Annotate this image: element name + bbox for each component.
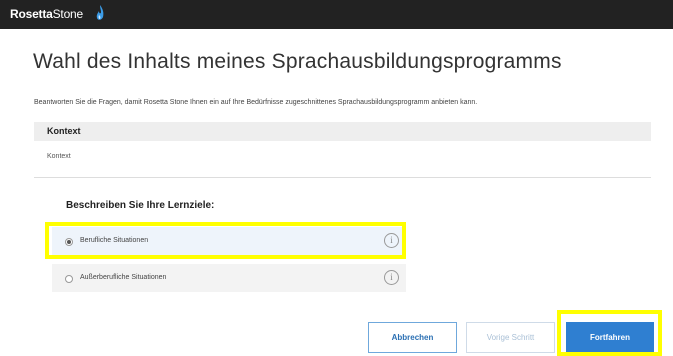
- section-divider: [34, 177, 651, 178]
- rosetta-stone-logo[interactable]: RosettaStone: [10, 6, 83, 22]
- learning-goals-heading: Beschreiben Sie Ihre Lernziele:: [66, 200, 215, 211]
- intro-text: Beantworten Sie die Fragen, damit Rosett…: [34, 99, 478, 106]
- context-heading: Kontext: [47, 126, 81, 136]
- flame-icon: [96, 5, 104, 20]
- previous-step-button[interactable]: Vorige Schritt: [466, 322, 555, 353]
- radio-button[interactable]: [65, 275, 73, 283]
- context-section-header: Kontext: [34, 122, 651, 141]
- logo-text-bold: Rosetta: [10, 7, 53, 21]
- logo-text-thin: Stone: [52, 7, 84, 21]
- highlight-box-continue: [557, 310, 662, 356]
- context-value: Kontext: [47, 153, 71, 160]
- info-icon[interactable]: i: [384, 270, 399, 285]
- goal-option-non-professional[interactable]: Außerberufliche Situationen i: [52, 264, 406, 292]
- cancel-button[interactable]: Abbrechen: [368, 322, 457, 353]
- highlight-box-option: [45, 222, 406, 259]
- top-bar: RosettaStone: [0, 0, 673, 29]
- goal-option-label: Außerberufliche Situationen: [80, 274, 167, 281]
- page-title: Wahl des Inhalts meines Sprachausbildung…: [33, 50, 562, 73]
